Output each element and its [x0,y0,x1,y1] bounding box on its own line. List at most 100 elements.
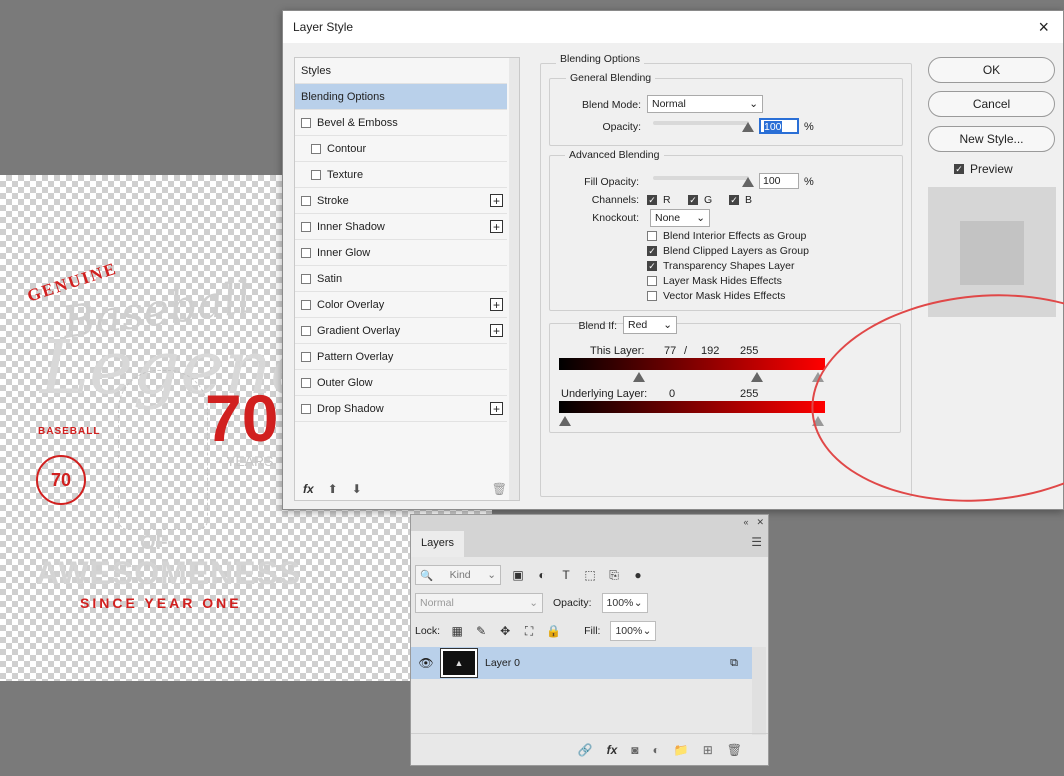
style-checkbox[interactable] [301,221,311,232]
fx-icon[interactable]: fx [607,743,618,757]
style-checkbox[interactable] [301,325,311,336]
close-icon[interactable]: × [1034,18,1053,36]
lock-all-icon[interactable]: 🔒 [546,624,561,638]
layer-name[interactable]: Layer 0 [485,657,520,669]
opacity-slider[interactable] [653,121,749,125]
collapse-icon[interactable]: « [743,517,748,527]
fx-icon[interactable]: fx [303,482,314,496]
style-item[interactable]: Inner Shadow + [295,214,507,240]
style-checkbox[interactable] [311,143,321,154]
channel-g[interactable]: ✓ G [688,194,712,206]
this-layer-black-handle[interactable] [633,372,645,382]
style-item[interactable]: Inner Glow [295,240,507,266]
ok-button[interactable]: OK [928,57,1055,83]
image-filter-icon[interactable]: ▣ [511,568,525,582]
add-mask-icon[interactable]: ◙ [631,743,638,757]
layer-blend-mode-select[interactable]: Normal ⌄ [415,593,543,613]
underlying-black-handle[interactable] [559,416,571,426]
type-filter-icon[interactable]: T [559,568,573,582]
blend-if-select[interactable]: Red ⌄ [623,316,677,334]
style-checkbox[interactable] [301,299,311,310]
new-style-button[interactable]: New Style... [928,126,1055,152]
checkbox-r[interactable]: ✓ [647,195,657,205]
checkbox-g[interactable]: ✓ [688,195,698,205]
style-item[interactable]: Contour [295,136,507,162]
dialog-titlebar[interactable]: Layer Style × [283,11,1063,43]
advanced-option[interactable]: Blend Interior Effects as Group [647,230,806,242]
preview-toggle[interactable]: ✓ Preview [954,162,1013,176]
style-item[interactable]: Blending Options [295,84,507,110]
fill-opacity-input[interactable]: 100 [759,173,799,189]
new-adjustment-icon[interactable]: ◐ [653,743,660,757]
new-group-icon[interactable]: 📁 [674,743,689,757]
advanced-option[interactable]: ✓ Blend Clipped Layers as Group [647,245,809,257]
channel-r[interactable]: ✓ R [647,194,671,206]
advanced-option-checkbox[interactable]: ✓ [647,261,657,271]
advanced-option-checkbox[interactable] [647,291,657,301]
style-checkbox[interactable] [301,247,311,258]
move-up-icon[interactable]: ⬆ [328,482,338,496]
filter-toggle-icon[interactable]: ● [631,568,645,582]
smart-object-filter-icon[interactable]: ⎘ [607,568,621,583]
advanced-option[interactable]: Layer Mask Hides Effects [647,275,782,287]
adjustment-filter-icon[interactable]: ◐ [535,568,549,582]
panel-topbar[interactable]: « ✕ [411,515,768,529]
new-layer-icon[interactable]: ⊞ [703,743,713,757]
this-layer-split-handle[interactable] [751,372,763,382]
lock-paint-icon[interactable]: ✎ [474,624,488,638]
style-checkbox[interactable] [301,351,311,362]
advanced-option-checkbox[interactable]: ✓ [647,246,657,256]
add-effect-icon[interactable]: + [490,220,503,233]
channel-b[interactable]: ✓ B [729,194,752,206]
style-checkbox[interactable] [301,117,311,128]
add-effect-icon[interactable]: + [490,194,503,207]
advanced-option[interactable]: Vector Mask Hides Effects [647,290,785,302]
kind-filter-select[interactable]: 🔍 Kind ⌄ [415,565,501,585]
trash-icon[interactable]: 🗑 [492,482,507,496]
layer-opacity-input[interactable]: 100% ⌄ [601,593,648,613]
fill-opacity-slider-handle[interactable] [742,177,754,187]
eye-icon[interactable]: 👁 [411,656,441,670]
style-item[interactable]: Stroke + [295,188,507,214]
style-item[interactable]: Texture [295,162,507,188]
layer-fill-input[interactable]: 100% ⌄ [610,621,657,641]
advanced-option-checkbox[interactable] [647,276,657,286]
shape-filter-icon[interactable]: ⬚ [583,568,597,582]
styles-header[interactable]: Styles [295,58,507,84]
trash-icon[interactable]: 🗑 [727,743,742,757]
advanced-option-checkbox[interactable] [647,231,657,241]
checkbox-b[interactable]: ✓ [729,195,739,205]
cancel-button[interactable]: Cancel [928,91,1055,117]
style-checkbox[interactable] [301,273,311,284]
preview-checkbox[interactable]: ✓ [954,164,964,174]
lock-position-icon[interactable]: ✥ [498,624,512,638]
layer-row[interactable]: 👁 ▲ Layer 0 ⧉ [411,647,752,679]
close-panel-icon[interactable]: ✕ [756,517,764,528]
advanced-option[interactable]: ✓ Transparency Shapes Layer [647,260,795,272]
layer-thumbnail[interactable]: ▲ [440,648,478,678]
add-effect-icon[interactable]: + [490,298,503,311]
style-item[interactable]: Bevel & Emboss [295,110,507,136]
style-item[interactable]: Gradient Overlay + [295,318,507,344]
panel-menu-icon[interactable]: ☰ [751,535,762,549]
styles-scrollbar[interactable] [509,58,519,500]
add-effect-icon[interactable]: + [490,402,503,415]
opacity-slider-handle[interactable] [742,122,754,132]
style-checkbox[interactable] [301,377,311,388]
fill-opacity-slider[interactable] [653,176,749,180]
link-layers-icon[interactable]: 🔗 [578,743,593,757]
style-item[interactable]: Pattern Overlay [295,344,507,370]
opacity-input[interactable]: 100 [759,118,799,134]
style-item[interactable]: Satin [295,266,507,292]
knockout-select[interactable]: None ⌄ [650,209,710,227]
style-item[interactable]: Drop Shadow + [295,396,507,422]
style-item[interactable]: Outer Glow [295,370,507,396]
style-item[interactable]: Color Overlay + [295,292,507,318]
layers-scrollbar[interactable] [752,647,766,735]
lock-transparent-icon[interactable]: ▦ [450,624,464,638]
tab-layers[interactable]: Layers [411,531,465,557]
style-checkbox[interactable] [311,169,321,180]
style-checkbox[interactable] [301,195,311,206]
lock-artboard-icon[interactable]: ⛶ [522,624,536,639]
move-down-icon[interactable]: ⬇ [352,482,362,496]
